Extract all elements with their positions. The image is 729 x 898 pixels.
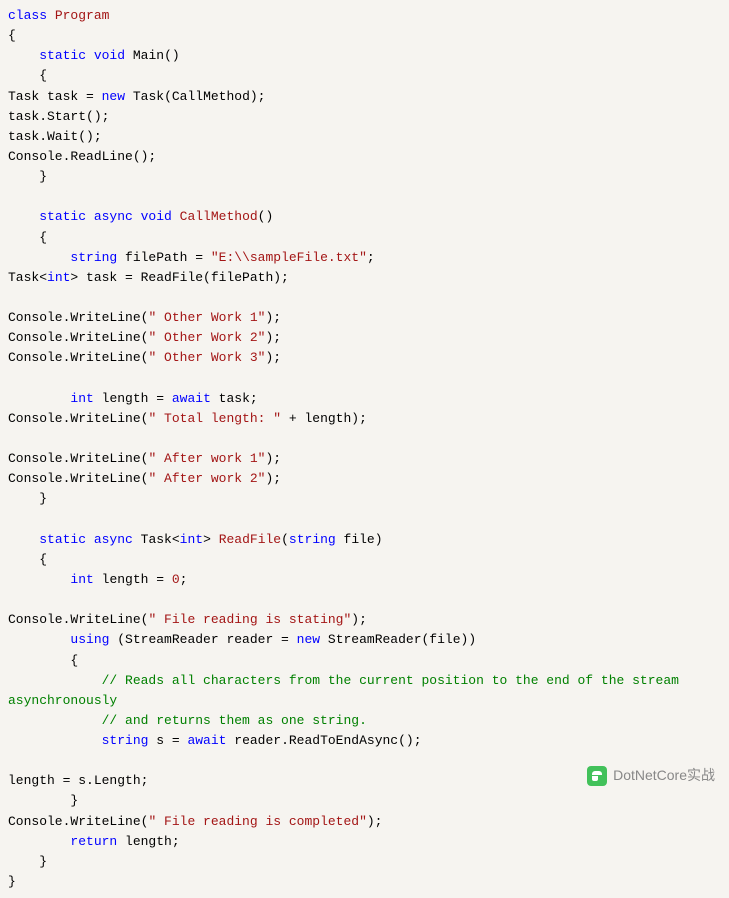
token-kw: int <box>70 572 101 587</box>
token-kw: static async void <box>39 209 179 224</box>
token-str: " File reading is completed" <box>148 814 366 829</box>
token-str: " After work 1" <box>148 451 265 466</box>
token-nm: Program <box>55 8 110 23</box>
token-kw: using <box>70 632 117 647</box>
token-kw: class <box>8 8 55 23</box>
token-str: " Other Work 2" <box>148 330 265 345</box>
token-nm: ReadFile <box>219 532 281 547</box>
token-str: " After work 2" <box>148 471 265 486</box>
token-kw: new <box>102 89 133 104</box>
token-kw: string <box>289 532 344 547</box>
code-block: class Program { static void Main() { Tas… <box>8 6 721 892</box>
token-com: // and returns them as one string. <box>102 713 367 728</box>
token-kw: string <box>102 733 157 748</box>
token-kw: static void <box>39 48 133 63</box>
token-nm: CallMethod <box>180 209 258 224</box>
token-kw: new <box>297 632 328 647</box>
token-str: 0 <box>172 572 180 587</box>
token-kw: return <box>70 834 125 849</box>
token-kw: static async <box>39 532 140 547</box>
token-str: "E:\\sampleFile.txt" <box>211 250 367 265</box>
token-kw: await <box>187 733 234 748</box>
token-kw: int <box>47 270 70 285</box>
token-kw: int <box>70 391 101 406</box>
token-str: " File reading is stating" <box>148 612 351 627</box>
token-str: " Total length: " <box>148 411 281 426</box>
token-kw: string <box>70 250 125 265</box>
token-str: " Other Work 1" <box>148 310 265 325</box>
token-kw: await <box>172 391 219 406</box>
token-com: // Reads all characters from the current… <box>8 673 687 708</box>
token-kw: int <box>180 532 203 547</box>
token-str: " Other Work 3" <box>148 350 265 365</box>
